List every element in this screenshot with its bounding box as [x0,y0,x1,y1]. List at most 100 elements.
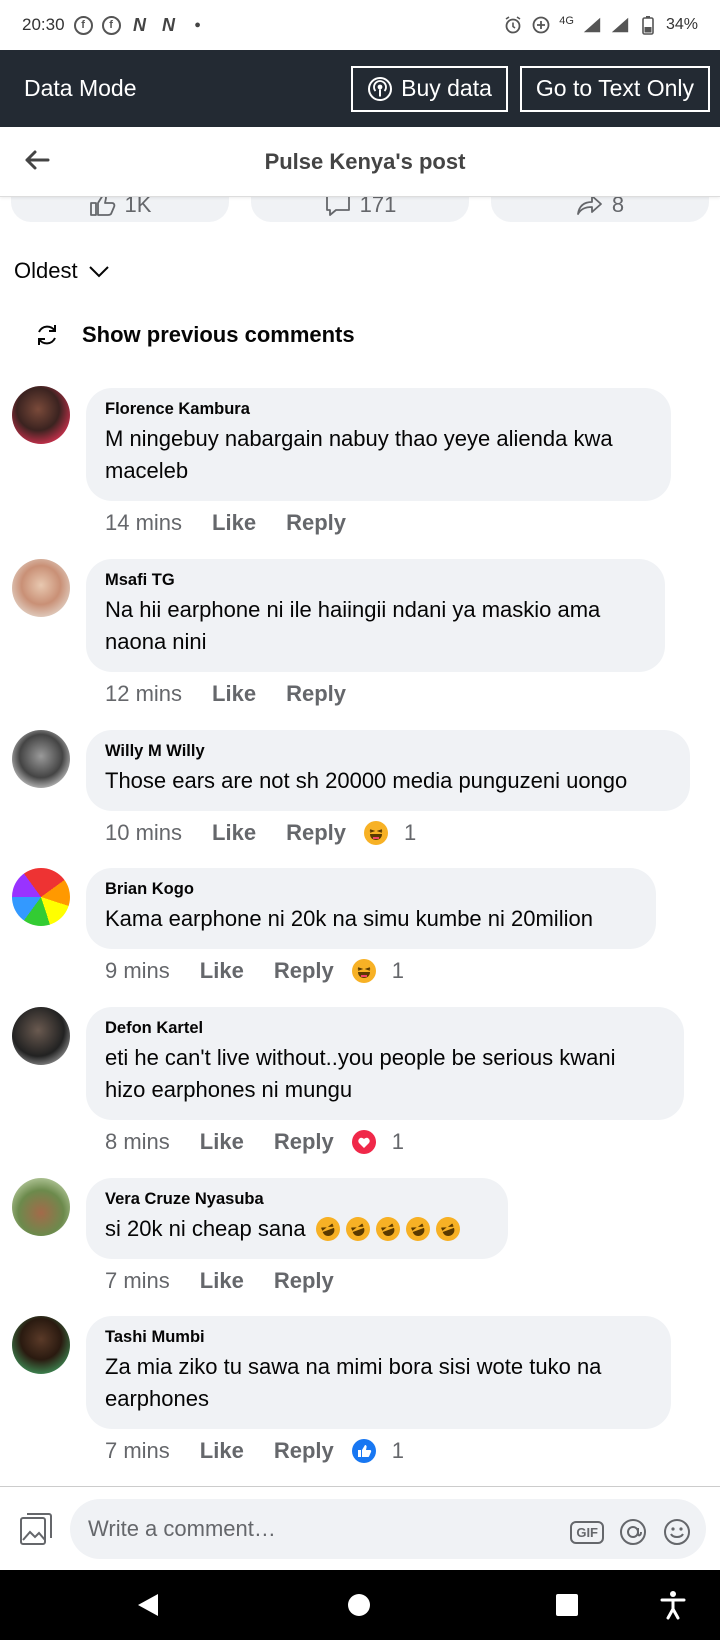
recents-nav-icon[interactable] [556,1594,578,1616]
reaction-summary[interactable]: 1 [351,1129,404,1155]
rofl-emoji-icon [372,1213,403,1245]
comment-bubble[interactable]: Vera Cruze Nyasuba si 20k ni cheap sana [86,1178,508,1259]
emoji-icon[interactable] [662,1517,692,1547]
comment-bubble[interactable]: Defon Kartel eti he can't live without..… [86,1007,684,1120]
commenter-name[interactable]: Florence Kambura [105,400,651,419]
data-saver-icon [531,15,551,35]
laughing-emoji-group [312,1213,463,1245]
comment-meta: 7 mins Like Reply [105,1268,352,1294]
like-button[interactable]: Like [200,958,244,984]
haha-emoji-icon [351,959,376,983]
reaction-count: 1 [391,1129,404,1154]
page-title: Pulse Kenya's post [264,148,466,174]
like-button[interactable]: Like [200,1438,244,1464]
sort-label: Oldest [14,258,78,283]
comment-bubble[interactable]: Florence Kambura M ningebuy nabargain na… [86,388,671,501]
comment-bubble[interactable]: Willy M Willy Those ears are not sh 2000… [86,730,690,811]
like-button[interactable]: Like [212,510,256,536]
comment-meta: 9 mins Like Reply 1 [105,958,404,984]
reply-button[interactable]: Reply [274,1268,334,1294]
comment-text: Za mia ziko tu sawa na mimi bora sisi wo… [105,1354,602,1411]
comment-meta: 8 mins Like Reply 1 [105,1129,404,1155]
comment-bubble[interactable]: Tashi Mumbi Za mia ziko tu sawa na mimi … [86,1316,671,1429]
back-arrow-icon[interactable] [22,145,52,175]
comment-text: eti he can't live without..you people be… [105,1045,616,1102]
comment-text: Kama earphone ni 20k na simu kumbe ni 20… [105,906,593,931]
mention-icon[interactable] [618,1517,648,1547]
data-mode-bar: Data Mode Buy data Go to Text Only [0,50,720,127]
comment-meta: 10 mins Like Reply 1 [105,820,416,846]
commenter-name[interactable]: Msafi TG [105,571,645,590]
comment-text: Those ears are not sh 20000 media punguz… [105,768,628,793]
comment-time: 7 mins [105,1268,170,1293]
commenter-name[interactable]: Vera Cruze Nyasuba [105,1190,488,1209]
reaction-summary[interactable]: 1 [364,820,416,846]
gif-icon[interactable]: GIF [570,1520,604,1544]
like-button[interactable]: Like [212,820,256,846]
refresh-icon [38,325,56,345]
comment-bubble[interactable]: Brian Kogo Kama earphone ni 20k na simu … [86,868,656,949]
comment-time: 12 mins [105,681,183,706]
reply-button[interactable]: Reply [274,1438,334,1464]
chevron-down-icon [88,266,109,278]
n-app-notification-icon: N [162,14,176,35]
comment-meta: 7 mins Like Reply 1 [105,1438,404,1464]
show-previous-label: Show previous comments [82,322,355,347]
photo-icon[interactable] [18,1511,54,1547]
buy-data-button[interactable]: Buy data [351,65,508,112]
alarm-icon [503,15,523,35]
reply-button[interactable]: Reply [286,510,346,536]
text-only-label: Go to Text Only [535,75,694,101]
commenter-name[interactable]: Tashi Mumbi [105,1328,651,1347]
broadcast-icon [368,76,393,101]
avatar[interactable] [12,868,70,926]
comment-meta: 12 mins Like Reply [105,681,364,707]
reply-button[interactable]: Reply [274,1129,334,1155]
signal-icon [610,15,630,35]
rofl-emoji-icon [312,1213,343,1245]
rofl-emoji-icon [432,1213,463,1245]
like-button[interactable]: Like [212,681,256,707]
comment-text: Na hii earphone ni ile haiingii ndani ya… [105,597,601,654]
reply-button[interactable]: Reply [286,681,346,707]
n-app-notification-icon: N [133,14,147,35]
show-previous-comments[interactable]: Show previous comments [34,322,355,348]
comment-time: 10 mins [105,820,183,845]
facebook-notification-icon: f [73,15,93,35]
comment-meta: 14 mins Like Reply [105,510,364,536]
avatar[interactable] [12,559,70,617]
reaction-summary[interactable]: 1 [351,958,404,984]
reaction-count: 1 [391,1438,404,1463]
reply-button[interactable]: Reply [274,958,334,984]
avatar[interactable] [12,1178,70,1236]
reaction-summary[interactable]: 1 [351,1438,404,1464]
reaction-count: 1 [391,958,404,983]
like-button[interactable]: Like [200,1129,244,1155]
avatar[interactable] [12,1316,70,1374]
text-only-button[interactable]: Go to Text Only [519,65,710,112]
battery-percent: 34% [665,16,698,33]
home-nav-icon[interactable] [347,1593,371,1617]
comment-bubble[interactable]: Msafi TG Na hii earphone ni ile haiingii… [86,559,665,672]
avatar[interactable] [12,730,70,788]
avatar[interactable] [12,386,70,444]
comment-text: si 20k ni cheap sana [105,1213,488,1245]
reply-button[interactable]: Reply [286,820,346,846]
reaction-count: 1 [404,820,417,845]
signal-icon [582,15,602,35]
system-navigation-bar [0,1570,720,1640]
commenter-name[interactable]: Defon Kartel [105,1019,664,1038]
avatar[interactable] [12,1007,70,1065]
commenter-name[interactable]: Brian Kogo [105,880,636,899]
like-button[interactable]: Like [200,1268,244,1294]
commenter-name[interactable]: Willy M Willy [105,742,670,761]
rofl-emoji-icon [402,1213,433,1245]
status-time: 20:30 [22,15,65,34]
accessibility-icon[interactable] [660,1590,686,1620]
back-nav-icon[interactable] [136,1592,160,1618]
battery-icon [638,15,658,35]
comment-text: M ningebuy nabargain nabuy thao yeye ali… [105,426,613,483]
rofl-emoji-icon [342,1213,373,1245]
sort-dropdown[interactable]: Oldest [14,258,110,284]
status-bar: 20:30 f f N N ● 4G 34% [0,0,720,50]
